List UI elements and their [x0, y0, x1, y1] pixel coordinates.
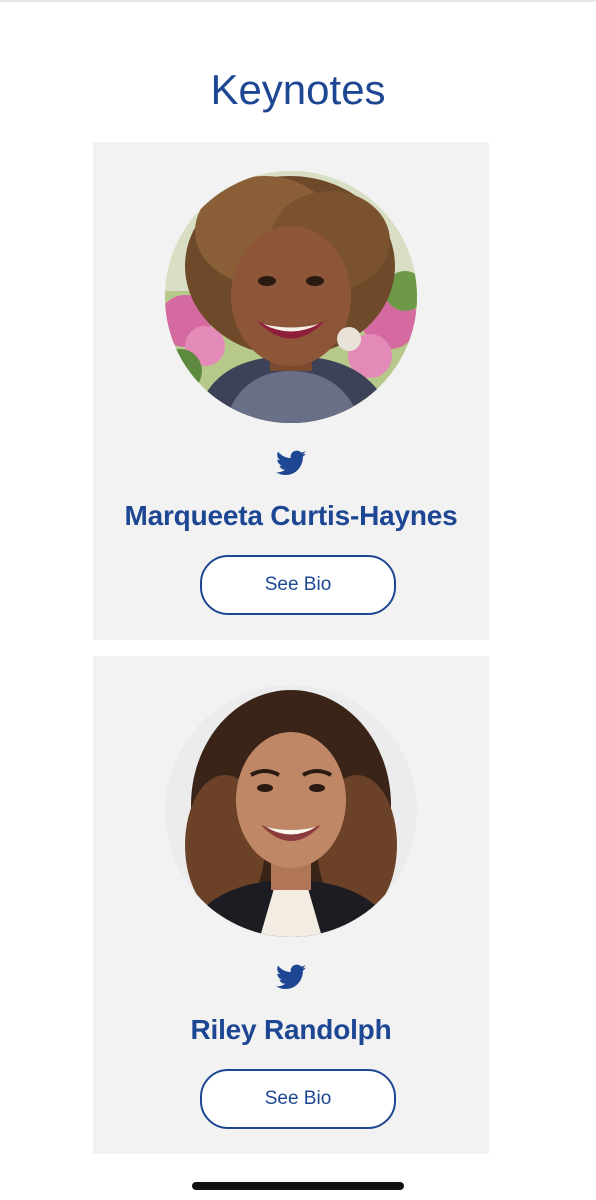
speaker-card: Riley Randolph See Bio — [93, 656, 489, 1154]
speaker-photo — [165, 685, 417, 937]
home-indicator[interactable] — [192, 1182, 404, 1190]
twitter-icon[interactable] — [276, 964, 306, 990]
speaker-photo — [165, 171, 417, 423]
page-title: Keynotes — [210, 66, 386, 114]
speaker-name: Marqueeta Curtis-Haynes — [124, 500, 458, 531]
see-bio-button[interactable]: See Bio — [200, 1069, 396, 1129]
speaker-name: Riley Randolph — [190, 1014, 392, 1045]
speaker-card: Marqueeta Curtis-Haynes See Bio — [93, 142, 489, 640]
twitter-icon[interactable] — [276, 450, 306, 476]
see-bio-button[interactable]: See Bio — [200, 555, 396, 615]
top-divider — [0, 0, 596, 2]
